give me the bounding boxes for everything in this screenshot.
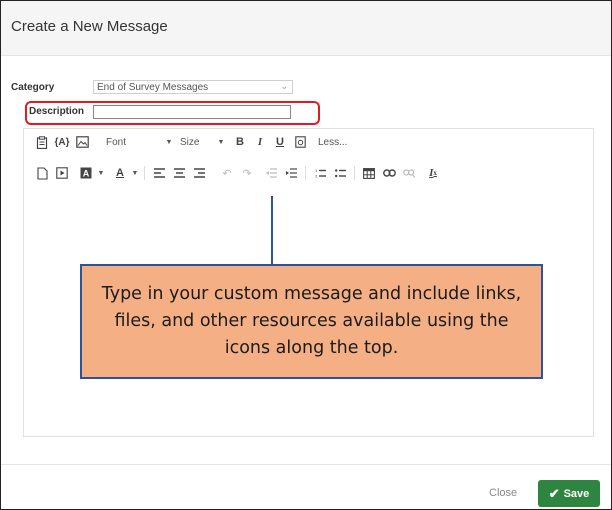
undo-icon[interactable]: ↶ [219,164,235,182]
svg-text:2: 2 [315,174,318,179]
piped-text-icon[interactable]: {A} [54,133,70,151]
svg-text:1: 1 [315,168,318,173]
category-label: Category [11,82,55,93]
dialog-title: Create a New Message [11,18,168,35]
size-dropdown-icon[interactable]: ▼ [212,133,228,151]
editor-toolbar-row-1: {A} Font ▼ Size ▼ B I U Less... [34,133,351,151]
background-color-dropdown-icon[interactable]: ▼ [98,164,105,182]
callout-connector [271,196,273,264]
category-select[interactable]: End of Survey Messages ⌄ [93,80,293,94]
instruction-callout: Type in your custom message and include … [80,264,543,379]
new-page-icon[interactable] [34,164,50,182]
align-center-icon[interactable] [171,164,187,182]
checkmark-icon: ✔ [548,485,560,501]
font-select[interactable]: Font [106,133,156,151]
save-button[interactable]: ✔ Save [538,480,600,507]
size-select-label: Size [180,136,200,148]
category-select-value: End of Survey Messages [97,82,209,93]
italic-button[interactable]: I [252,133,268,151]
bold-button[interactable]: B [232,133,248,151]
text-color-button[interactable]: A [112,164,128,182]
link-icon[interactable] [381,164,397,182]
paste-icon[interactable] [34,133,50,151]
size-select[interactable]: Size [180,133,208,151]
less-button[interactable]: Less... [318,133,347,151]
indent-icon[interactable] [283,164,299,182]
text-color-dropdown-icon[interactable]: ▼ [132,164,139,182]
align-left-icon[interactable] [151,164,167,182]
close-button[interactable]: Close [489,487,517,499]
dialog-header: Create a New Message [1,1,611,56]
image-icon[interactable] [74,133,90,151]
description-highlight [25,101,320,125]
save-button-label: Save [563,487,590,500]
chevron-down-icon: ⌄ [280,81,288,91]
remove-format-button[interactable]: Ix [425,164,441,182]
font-dropdown-icon[interactable]: ▼ [160,133,176,151]
editor-toolbar-row-2: A ▼ A ▼ ↶ ↷ 12 I x [34,164,445,182]
unlink-icon[interactable] [401,164,417,182]
toolbar-divider [354,166,355,180]
instruction-callout-text: Type in your custom message and include … [101,284,522,358]
font-select-label: Font [106,136,127,148]
outdent-icon[interactable] [263,164,279,182]
media-icon[interactable] [54,164,70,182]
table-icon[interactable] [361,164,377,182]
bulleted-list-icon[interactable] [332,164,348,182]
remove-format-subscript: x [433,169,437,177]
source-icon[interactable] [292,133,308,151]
numbered-list-icon[interactable]: 12 [312,164,328,182]
dialog: Create a New Message Category End of Sur… [0,0,612,510]
svg-text:A: A [83,169,90,179]
toolbar-divider [144,166,145,180]
align-right-icon[interactable] [191,164,207,182]
toolbar-divider [305,166,306,180]
footer-divider [1,464,611,465]
redo-icon[interactable]: ↷ [239,164,255,182]
underline-button[interactable]: U [272,133,288,151]
background-color-icon[interactable]: A [78,164,94,182]
